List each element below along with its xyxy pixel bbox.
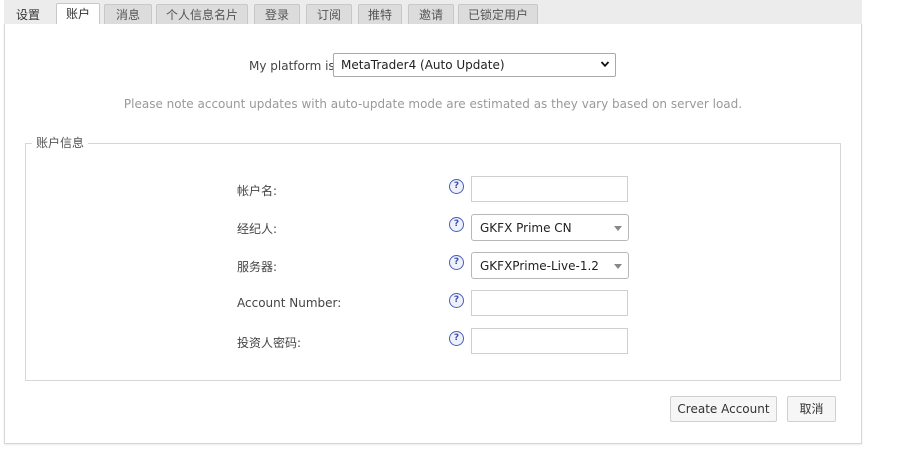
server-label: 服务器:: [237, 260, 278, 274]
broker-label: 经纪人:: [237, 222, 278, 236]
cancel-button[interactable]: 取消: [787, 396, 836, 422]
dropdown-arrow-icon: [614, 226, 622, 231]
account-number-label: Account Number:: [237, 296, 342, 310]
auto-update-note: Please note account updates with auto-up…: [123, 97, 743, 111]
platform-select-value: MetaTrader4 (Auto Update): [341, 58, 505, 72]
tab-profile-card[interactable]: 个人信息名片: [156, 4, 248, 24]
chevron-down-icon: [600, 61, 610, 68]
create-account-button[interactable]: Create Account: [670, 396, 777, 422]
help-icon[interactable]: ?: [449, 255, 464, 270]
tab-twitter[interactable]: 推特: [358, 4, 402, 24]
investor-password-label: 投资人密码:: [237, 336, 302, 350]
server-select[interactable]: GKFXPrime-Live-1.2: [471, 252, 629, 279]
investor-password-input[interactable]: [471, 328, 628, 354]
help-icon[interactable]: ?: [449, 217, 464, 232]
tab-login[interactable]: 登录: [254, 4, 300, 24]
tab-account[interactable]: 账户: [56, 3, 100, 25]
platform-label: My platform is:: [249, 59, 339, 73]
broker-select-value: GKFX Prime CN: [480, 221, 572, 235]
tab-settings[interactable]: 设置: [8, 4, 48, 24]
tab-locked-users[interactable]: 已锁定用户: [458, 4, 538, 24]
account-name-label: 帐户名:: [237, 184, 278, 198]
tab-messages[interactable]: 消息: [104, 4, 152, 24]
help-icon[interactable]: ?: [449, 179, 464, 194]
server-select-value: GKFXPrime-Live-1.2: [480, 259, 599, 273]
account-info-fieldset: 账户信息 帐户名: ? 经纪人: ? GKFX Prime CN 服务器: ? …: [25, 135, 841, 381]
platform-select[interactable]: MetaTrader4 (Auto Update): [333, 53, 616, 77]
account-info-legend: 账户信息: [32, 135, 89, 151]
dropdown-arrow-icon: [614, 264, 622, 269]
tab-subscriptions[interactable]: 订阅: [306, 4, 352, 24]
help-icon[interactable]: ?: [449, 293, 464, 308]
broker-select[interactable]: GKFX Prime CN: [471, 214, 629, 241]
help-icon[interactable]: ?: [449, 331, 464, 346]
tab-bar: 设置 账户 消息 个人信息名片 登录 订阅 推特 邀请 已锁定用户: [4, 0, 862, 25]
account-number-input[interactable]: [471, 290, 628, 316]
account-name-input[interactable]: [471, 176, 628, 202]
account-panel: My platform is: MetaTrader4 (Auto Update…: [4, 24, 862, 444]
tab-invite[interactable]: 邀请: [408, 4, 454, 24]
